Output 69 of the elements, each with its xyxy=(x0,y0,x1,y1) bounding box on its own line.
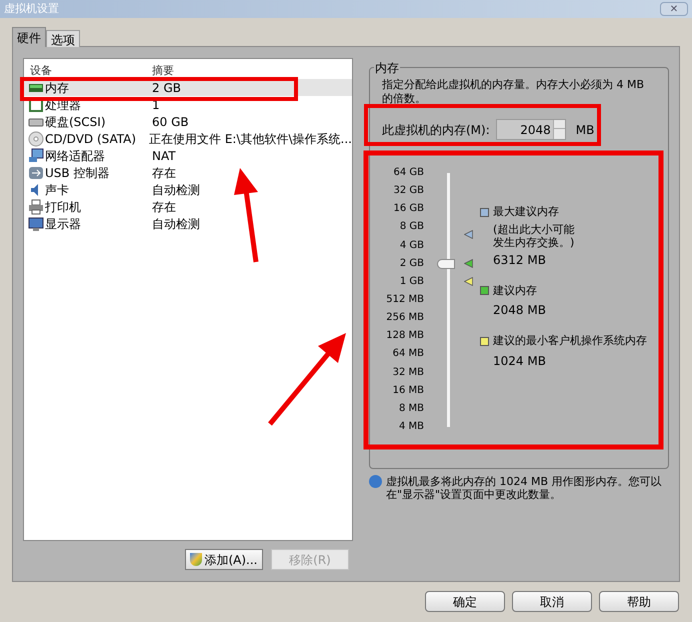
device-name: USB 控制器 xyxy=(45,164,110,182)
shield-icon xyxy=(190,553,202,566)
device-row[interactable]: 打印机 存在 xyxy=(24,198,352,215)
info-icon xyxy=(369,475,382,488)
legend-note: (超出此大小可能发生内存交换。) xyxy=(493,222,576,248)
memory-description: 指定分配给此虚拟机的内存量。内存大小必须为 4 MB 的倍数。 xyxy=(382,78,646,106)
device-row[interactable]: 显示器 自动检测 xyxy=(24,215,352,232)
device-name: 硬盘(SCSI) xyxy=(45,114,106,130)
info-text: 虚拟机最多将此内存的 1024 MB 用作图形内存。您可以在"显示器"设置页面中更改此数量。 xyxy=(386,475,663,501)
device-name: 打印机 xyxy=(45,198,81,216)
spin-arrows-icon xyxy=(552,120,565,139)
device-name: 声卡 xyxy=(45,182,69,198)
scale-label: 4 GB xyxy=(400,240,424,251)
device-summary: 正在使用文件 E:\其他软件\操作系统... xyxy=(148,130,352,148)
dialog-button[interactable]: 确定 xyxy=(425,591,505,612)
scale-label: 128 MB xyxy=(386,331,424,342)
memory-spinner[interactable]: 2048 xyxy=(496,119,566,140)
device-name: 网络适配器 xyxy=(45,148,105,164)
device-row[interactable]: 网络适配器 NAT xyxy=(24,147,352,164)
device-icon xyxy=(28,148,44,164)
list-button[interactable]: 添加(A)... xyxy=(185,549,263,570)
unit-label: MB xyxy=(574,122,594,138)
device-summary: 60 GB xyxy=(151,114,189,130)
device-name: CD/DVD (SATA) xyxy=(45,130,136,148)
dialog-button[interactable]: 取消 xyxy=(512,591,592,612)
scale-label: 256 MB xyxy=(386,313,424,324)
device-summary: 2 GB xyxy=(151,80,181,96)
tab[interactable]: 硬件 xyxy=(12,27,46,47)
close-button[interactable]: ✕ xyxy=(660,2,688,16)
legend-title: 建议的最小客户机操作系统内存 xyxy=(493,333,647,349)
device-summary: 自动检测 xyxy=(151,216,200,232)
scale-label: 512 MB xyxy=(386,294,424,305)
legend-title: 最大建议内存 xyxy=(493,204,559,220)
column-header[interactable]: 设备 xyxy=(24,62,150,79)
device-row[interactable]: 声卡 自动检测 xyxy=(24,181,352,198)
device-summary: NAT xyxy=(151,148,176,164)
scale-label: 4 MB xyxy=(398,422,424,432)
device-summary: 存在 xyxy=(151,164,176,182)
scale-label: 64 GB xyxy=(393,168,424,178)
scale-label: 8 MB xyxy=(398,404,424,414)
legend-value: 2048 MB xyxy=(492,302,547,319)
device-row[interactable]: CD/DVD (SATA) 正在使用文件 E:\其他软件\操作系统... xyxy=(24,130,352,147)
field-label: 此虚拟机的内存(M): xyxy=(382,122,490,138)
device-icon xyxy=(28,130,44,146)
scale-label: 32 MB xyxy=(392,368,424,378)
legend-value: 1024 MB xyxy=(492,352,547,370)
device-name: 内存 xyxy=(45,80,69,96)
device-icon xyxy=(28,216,44,232)
scale-label: 8 GB xyxy=(400,222,424,232)
device-row[interactable]: 硬盘(SCSI) 60 GB xyxy=(24,113,352,130)
tab[interactable]: 选项 xyxy=(46,30,80,47)
scale-label: 2 GB xyxy=(400,258,424,269)
device-summary: 存在 xyxy=(151,198,176,216)
scale-label: 64 MB xyxy=(392,349,424,360)
slider-thumb[interactable] xyxy=(437,258,455,269)
scale-label: 16 MB xyxy=(392,386,424,396)
scale-label: 1 GB xyxy=(400,276,424,287)
legend-value: 6312 MB xyxy=(492,252,547,268)
scale-label: 16 GB xyxy=(393,204,424,214)
legend-title: 建议内存 xyxy=(493,282,537,298)
dialog-button[interactable]: 帮助 xyxy=(599,591,679,612)
device-summary: 自动检测 xyxy=(151,182,200,198)
column-header[interactable]: 摘要 xyxy=(150,62,352,79)
device-name: 显示器 xyxy=(45,216,81,232)
device-icon xyxy=(28,198,44,214)
device-row[interactable]: USB 控制器 存在 xyxy=(24,164,352,181)
window-title: 虚拟机设置 xyxy=(4,0,59,17)
device-icon xyxy=(28,164,44,180)
scale-label: 32 GB xyxy=(393,186,424,196)
